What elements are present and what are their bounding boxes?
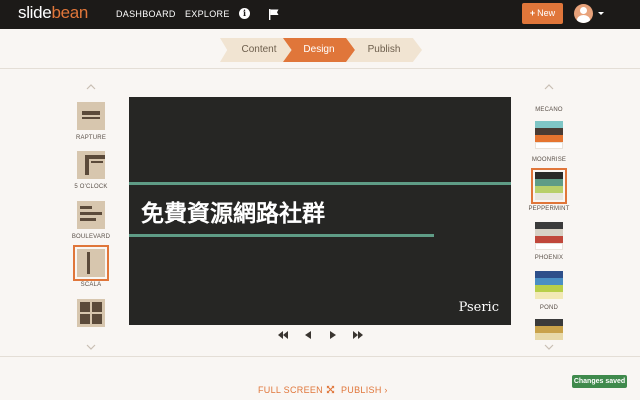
theme-label: PHOENIX: [534, 255, 564, 261]
layout-label: BOULEVARD: [71, 234, 111, 240]
full-screen-link[interactable]: FULL SCREEN: [258, 385, 335, 395]
step-publish[interactable]: Publish: [346, 38, 422, 62]
slide-preview[interactable]: 免費資源網路社群 Pseric: [129, 97, 511, 325]
theme-peppermint[interactable]: PEPPERMINT: [527, 206, 571, 250]
layout-thumbnail: [73, 245, 109, 281]
layout-thumbnail: [77, 151, 105, 179]
layout-5-oclock[interactable]: 5 O'CLOCK: [70, 151, 112, 190]
layout-label: 5 O'CLOCK: [74, 184, 108, 190]
slide-rule-bottom: [129, 234, 434, 237]
layout-thumbnail: [77, 102, 105, 130]
step-content[interactable]: Content: [220, 38, 292, 62]
theme-pond[interactable]: POND: [527, 305, 571, 340]
layout-label: RAPTURE: [75, 135, 107, 141]
chevron-up-icon[interactable]: [544, 84, 554, 90]
play-icon[interactable]: [327, 330, 339, 340]
theme-label: PEPPERMINT: [528, 206, 570, 212]
theme-label: MOONRISE: [531, 157, 567, 163]
new-presentation-button[interactable]: + New: [522, 3, 563, 24]
layout-grid[interactable]: [70, 299, 112, 327]
prev-icon[interactable]: [302, 330, 314, 340]
layout-rapture[interactable]: RAPTURE: [70, 102, 112, 141]
top-navbar: slidebean DASHBOARD EXPLORE i + New: [0, 0, 640, 29]
fast-forward-icon[interactable]: [352, 330, 364, 340]
theme-phoenix[interactable]: PHOENIX: [527, 255, 571, 299]
divider: [0, 356, 640, 357]
theme-moonrise[interactable]: MOONRISE: [527, 157, 571, 204]
theme-swatch: [535, 271, 563, 299]
expand-icon: [326, 385, 334, 394]
publish-link[interactable]: PUBLISH ›: [341, 385, 388, 395]
layout-thumbnail: [77, 299, 105, 327]
layout-label: SCALA: [80, 282, 102, 288]
theme-swatch: [535, 319, 563, 340]
layout-boulevard[interactable]: BOULEVARD: [70, 201, 112, 240]
info-icon[interactable]: i: [239, 8, 250, 19]
slide-brand-text: Pseric: [458, 300, 499, 315]
theme-swatch: [531, 168, 567, 204]
rewind-icon[interactable]: [277, 330, 289, 340]
theme-label: MECANO: [535, 107, 563, 113]
full-screen-label: FULL SCREEN: [258, 385, 323, 395]
layout-thumbnail: [77, 201, 105, 229]
nav-dashboard-link[interactable]: DASHBOARD: [116, 9, 176, 19]
theme-mecano[interactable]: MECANO: [527, 107, 571, 149]
slidebean-logo[interactable]: slidebean: [18, 3, 88, 23]
user-avatar[interactable]: [574, 4, 593, 23]
theme-swatch: [535, 121, 563, 149]
layout-scala[interactable]: SCALA: [70, 245, 112, 288]
divider: [0, 68, 640, 69]
slide-title: 免費資源網路社群: [141, 201, 325, 227]
theme-swatch: [535, 222, 563, 250]
slide-rule-top: [129, 182, 511, 185]
flag-icon[interactable]: [268, 8, 280, 20]
chevron-up-icon[interactable]: [86, 84, 96, 90]
theme-label: POND: [539, 305, 559, 311]
chevron-down-icon[interactable]: [86, 344, 96, 350]
chevron-down-icon[interactable]: [598, 12, 604, 15]
chevron-down-icon[interactable]: [544, 344, 554, 350]
changes-saved-badge: Changes saved: [572, 375, 627, 388]
step-design[interactable]: Design: [283, 38, 355, 62]
nav-explore-link[interactable]: EXPLORE: [185, 9, 230, 19]
